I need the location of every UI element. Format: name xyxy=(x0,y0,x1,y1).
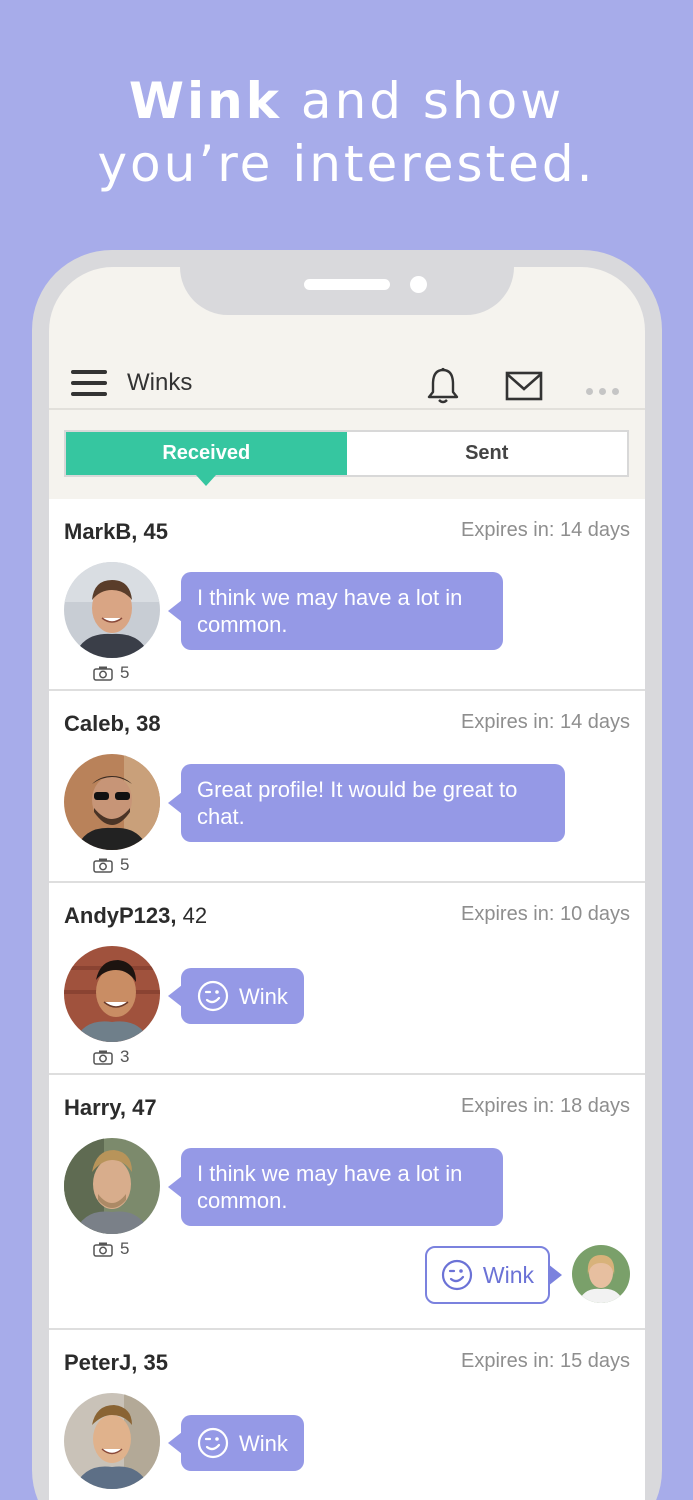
photo-count: 5 xyxy=(93,855,129,875)
tab-received[interactable]: Received xyxy=(66,432,347,486)
wink-card[interactable]: PeterJ, 35 Expires in: 15 days Wink xyxy=(49,1330,645,1500)
hero-bold: Wink xyxy=(128,72,283,130)
photo-count: 5 xyxy=(93,1239,129,1259)
hero-line2: you’re interested. xyxy=(97,135,596,193)
wink-bubble: Wink xyxy=(168,968,304,1024)
avatar[interactable] xyxy=(64,754,160,850)
avatar[interactable] xyxy=(64,1138,160,1234)
wink-face-icon xyxy=(197,1427,229,1459)
photo-count: 3 xyxy=(93,1047,129,1067)
message-bubble: Great profile! It would be great to chat… xyxy=(168,764,565,842)
expires-label: Expires in: 18 days xyxy=(461,1095,630,1117)
winks-list: MarkB, 45 Expires in: 14 days 5 I think … xyxy=(49,499,645,1500)
expires-label: Expires in: 15 days xyxy=(461,1350,630,1372)
wink-card[interactable]: MarkB, 45 Expires in: 14 days 5 I think … xyxy=(49,499,645,691)
camera xyxy=(410,276,427,293)
expires-label: Expires in: 10 days xyxy=(461,903,630,925)
phone-screen: Winks Received Sent MarkB, 45 Expires in… xyxy=(49,267,645,1500)
wink-face-icon xyxy=(197,980,229,1012)
wink-card[interactable]: AndyP123, 42 Expires in: 10 days 3 Wink xyxy=(49,883,645,1075)
hero-headline: Wink and show you’re interested. xyxy=(0,70,693,196)
my-avatar[interactable] xyxy=(572,1245,630,1303)
header-divider xyxy=(49,408,645,410)
camera-icon xyxy=(93,858,113,873)
avatar[interactable] xyxy=(64,946,160,1042)
phone-frame: Winks Received Sent MarkB, 45 Expires in… xyxy=(32,250,662,1500)
camera-icon xyxy=(93,666,113,681)
message-bubble: I think we may have a lot in common. xyxy=(168,572,503,650)
photo-count: 5 xyxy=(93,663,129,683)
sender-name-age: Caleb, 38 xyxy=(64,711,161,736)
avatar[interactable] xyxy=(64,1393,160,1489)
mail-icon[interactable] xyxy=(505,371,543,406)
message-bubble: I think we may have a lot in common. xyxy=(168,1148,503,1226)
wink-bubble: Wink xyxy=(168,1415,304,1471)
expires-label: Expires in: 14 days xyxy=(461,711,630,733)
top-bar: Winks xyxy=(49,347,645,409)
sent-wink-bubble: Wink xyxy=(424,1246,563,1304)
expires-label: Expires in: 14 days xyxy=(461,519,630,541)
wink-face-icon xyxy=(441,1259,472,1291)
more-options-icon[interactable] xyxy=(586,382,625,400)
camera-icon xyxy=(93,1050,113,1065)
winks-tabs: Received Sent xyxy=(64,430,629,486)
camera-icon xyxy=(93,1242,113,1257)
hamburger-menu-icon[interactable] xyxy=(71,370,107,398)
bell-icon[interactable] xyxy=(426,367,460,410)
sender-name-age: Harry, 47 xyxy=(64,1095,157,1120)
wink-card[interactable]: Caleb, 38 Expires in: 14 days 5 Great pr… xyxy=(49,691,645,883)
phone-notch xyxy=(180,267,514,315)
speaker xyxy=(304,279,390,290)
page-title: Winks xyxy=(127,369,193,396)
sender-name-age: AndyP123, 42 xyxy=(64,903,208,928)
sender-name-age: MarkB, 45 xyxy=(64,519,168,544)
sender-name-age: PeterJ, 35 xyxy=(64,1350,168,1375)
wink-card[interactable]: Harry, 47 Expires in: 18 days 5 I think … xyxy=(49,1075,645,1330)
tab-sent[interactable]: Sent xyxy=(347,432,628,475)
hero-line1: and show xyxy=(282,72,565,130)
avatar[interactable] xyxy=(64,562,160,658)
